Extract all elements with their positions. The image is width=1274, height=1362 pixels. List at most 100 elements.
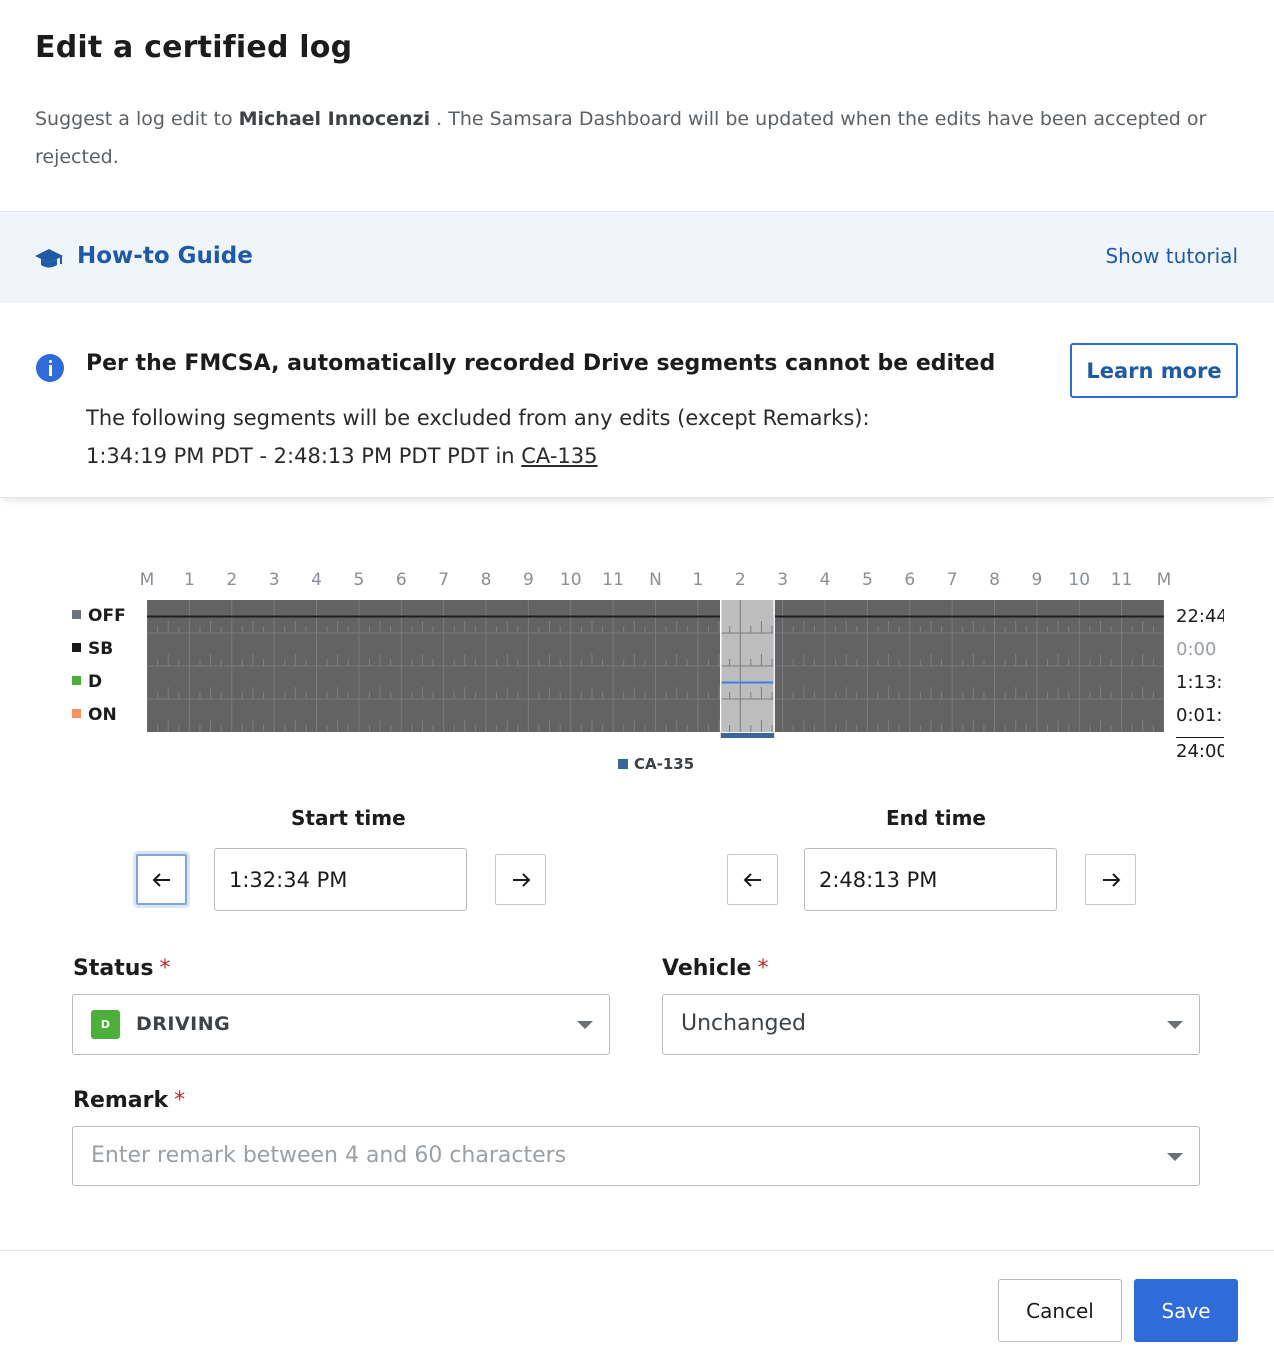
how-to-guide-title: How-to Guide xyxy=(77,243,253,269)
vehicle-link[interactable]: CA-135 xyxy=(521,444,597,468)
hour-label: 3 xyxy=(268,570,280,590)
start-time-label: Start time xyxy=(291,806,406,830)
status-row-text: SB xyxy=(88,639,114,659)
hos-log-chart[interactable]: M 1 2 3 4 5 6 7 8 9 10 11 N 1 2 3 4 5 6 7 8 9 10 11 M OFF SB D ON 2… xyxy=(0,560,1274,773)
end-time-back-button[interactable] xyxy=(727,854,778,905)
status-label-text: Status xyxy=(73,956,154,981)
remark-placeholder: Enter remark between 4 and 60 characters xyxy=(91,1143,567,1168)
grand-total: 24:00 xyxy=(1176,737,1224,762)
vehicle-label: Vehicle * xyxy=(662,956,768,981)
hour-label: M xyxy=(1156,570,1172,590)
hour-label: 2 xyxy=(226,570,238,590)
vehicle-legend: CA-135 xyxy=(618,755,694,773)
start-time-forward-button[interactable] xyxy=(495,854,546,905)
hour-label: 9 xyxy=(1031,570,1043,590)
start-time-input[interactable] xyxy=(214,848,467,911)
vehicle-label-text: Vehicle xyxy=(662,956,752,981)
hour-label: 1 xyxy=(183,570,195,590)
dialog-header: Edit a certified log Suggest a log edit … xyxy=(0,0,1274,211)
show-tutorial-link[interactable]: Show tutorial xyxy=(1105,244,1238,268)
hour-label: M xyxy=(139,570,155,590)
cancel-button[interactable]: Cancel xyxy=(998,1279,1122,1342)
start-time-back-button[interactable] xyxy=(136,854,187,905)
status-total-d: 1:13:5 xyxy=(1176,672,1224,693)
info-line-2: 1:34:19 PM PDT - 2:48:13 PM PDT PDT in C… xyxy=(86,437,870,475)
status-total-on: 0:01: xyxy=(1176,705,1223,726)
status-total-off: 22:44 xyxy=(1176,606,1224,627)
hour-label: 4 xyxy=(311,570,322,590)
remark-label-text: Remark xyxy=(73,1088,169,1113)
status-value: DRIVING xyxy=(136,1013,231,1035)
status-row-label-d: D xyxy=(72,672,102,692)
log-grid[interactable] xyxy=(147,600,1164,740)
hour-label: 6 xyxy=(904,570,916,590)
info-icon xyxy=(36,354,64,382)
legend-label: CA-135 xyxy=(634,755,695,773)
hour-label: N xyxy=(649,570,662,590)
dialog-subtitle: Suggest a log edit to Michael Innocenzi … xyxy=(35,100,1215,176)
subtitle-prefix: Suggest a log edit to xyxy=(35,108,239,130)
status-row-text: D xyxy=(88,672,103,692)
status-row-text: ON xyxy=(88,705,117,725)
hour-label: 2 xyxy=(734,570,746,590)
arrow-left-icon xyxy=(152,872,170,887)
status-label: Status * xyxy=(73,956,170,981)
vehicle-segment-bar xyxy=(720,733,775,738)
how-to-guide-bar: How-to Guide Show tutorial xyxy=(0,211,1274,303)
hour-label: 5 xyxy=(861,570,873,590)
info-text: The following segments will be excluded … xyxy=(86,399,870,475)
end-time-label: End time xyxy=(886,806,986,830)
save-button[interactable]: Save xyxy=(1134,1279,1238,1342)
required-mark: * xyxy=(159,956,171,981)
status-row-label-sb: SB xyxy=(72,639,113,659)
required-mark: * xyxy=(757,956,769,981)
remark-select[interactable]: Enter remark between 4 and 60 characters xyxy=(72,1126,1200,1186)
hour-label: 1 xyxy=(692,570,704,590)
arrow-right-icon xyxy=(512,872,530,887)
hour-label: 8 xyxy=(480,570,492,590)
hour-label: 10 xyxy=(559,570,582,590)
end-time-input[interactable] xyxy=(804,848,1057,911)
chevron-down-icon xyxy=(1167,1021,1183,1029)
info-line-2-prefix: 1:34:19 PM PDT - 2:48:13 PM PDT PDT in xyxy=(86,444,522,468)
status-row-text: OFF xyxy=(88,606,126,626)
learn-more-button[interactable]: Learn more xyxy=(1070,343,1238,398)
dialog-title: Edit a certified log xyxy=(35,30,353,65)
vehicle-value: Unchanged xyxy=(681,1011,806,1036)
driving-status-badge: D xyxy=(91,1010,120,1039)
hour-label: 10 xyxy=(1068,570,1091,590)
hour-label: 3 xyxy=(777,570,789,590)
vehicle-select[interactable]: Unchanged xyxy=(662,994,1200,1055)
status-color-dot xyxy=(72,610,81,619)
status-color-dot xyxy=(72,709,81,718)
info-title: Per the FMCSA, automatically recorded Dr… xyxy=(86,351,996,376)
status-color-dot xyxy=(72,643,81,652)
info-line-1: The following segments will be excluded … xyxy=(86,406,870,430)
hour-label: 4 xyxy=(819,570,831,590)
hour-label: 7 xyxy=(946,570,958,590)
status-color-dot xyxy=(72,676,81,685)
arrow-left-icon xyxy=(743,872,761,887)
driver-name: Michael Innocenzi xyxy=(238,108,431,130)
status-total-sb: 0:00 xyxy=(1176,639,1217,660)
hour-label: 7 xyxy=(438,570,450,590)
chevron-down-icon xyxy=(577,1021,593,1029)
end-time-forward-button[interactable] xyxy=(1085,854,1136,905)
status-row-label-off: OFF xyxy=(72,606,126,626)
fmcsa-info-banner: Per the FMCSA, automatically recorded Dr… xyxy=(0,303,1274,498)
remark-label: Remark * xyxy=(73,1088,185,1113)
hour-label: 11 xyxy=(1110,570,1133,590)
legend-swatch xyxy=(618,759,628,769)
arrow-right-icon xyxy=(1102,872,1120,887)
required-mark: * xyxy=(174,1088,186,1113)
status-row-label-on: ON xyxy=(72,705,117,725)
chevron-down-icon xyxy=(1167,1153,1183,1161)
hour-label: 8 xyxy=(989,570,1000,590)
hour-label: 9 xyxy=(522,570,534,590)
status-select[interactable]: D DRIVING xyxy=(72,994,610,1055)
hour-label: 6 xyxy=(395,570,407,590)
dialog-footer: Cancel Save xyxy=(0,1250,1274,1362)
hour-label: 11 xyxy=(602,570,624,590)
graduation-cap-icon xyxy=(35,249,63,268)
hour-label: 5 xyxy=(353,570,365,590)
